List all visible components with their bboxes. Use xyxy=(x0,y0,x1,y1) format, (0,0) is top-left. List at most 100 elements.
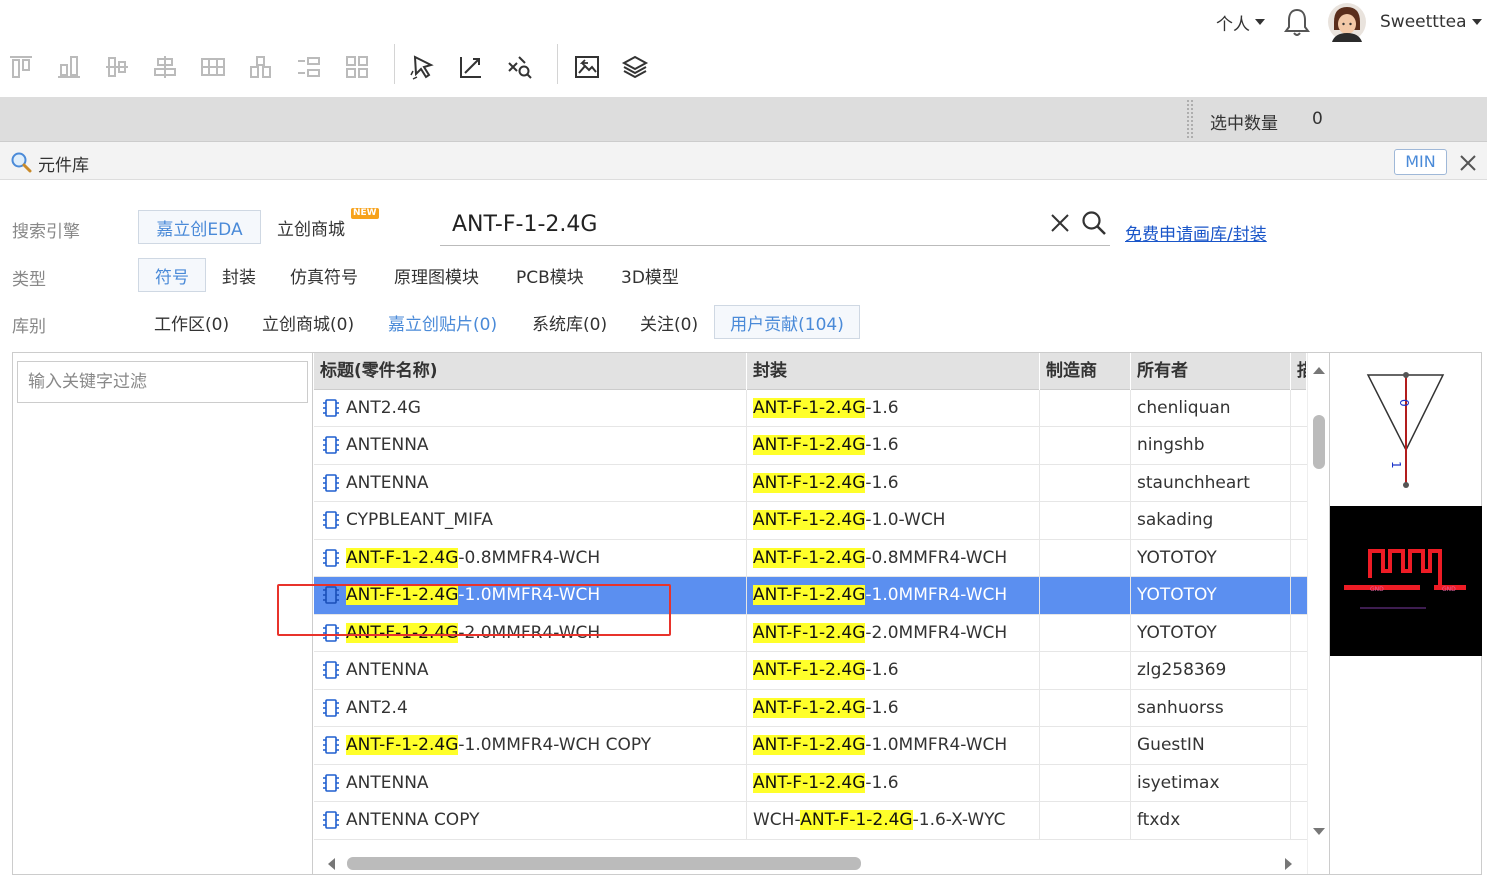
type-pcb-module[interactable]: PCB模块 xyxy=(516,258,584,292)
type-footprint[interactable]: 封装 xyxy=(222,258,256,292)
table-row-selected[interactable]: ANT-F-1-2.4G-1.0MMFR4-WCH ANT-F-1-2.4G-1.… xyxy=(314,577,1307,615)
type-3d-model[interactable]: 3D模型 xyxy=(621,258,679,292)
pin-tool-button[interactable] xyxy=(406,50,440,84)
cell-title: ANTENNA xyxy=(314,464,747,502)
minimize-button[interactable]: MIN xyxy=(1394,149,1447,175)
toolbar-divider xyxy=(394,44,395,84)
cell-manufacturer xyxy=(1040,539,1131,577)
import-image-button[interactable] xyxy=(570,50,604,84)
scroll-left-icon[interactable] xyxy=(326,857,336,871)
cell-description xyxy=(1291,615,1307,652)
bell-icon xyxy=(1284,8,1310,36)
component-icon xyxy=(323,586,339,604)
align-bottom-button[interactable] xyxy=(52,50,86,84)
lib-user-contrib[interactable]: 用户贡献(104) xyxy=(714,305,860,339)
table-row[interactable]: ANT2.4 ANT-F-1-2.4G-1.6 sanhuorss xyxy=(314,689,1307,727)
lib-follow[interactable]: 关注(0) xyxy=(640,305,698,339)
footprint-suffix: -1.6 xyxy=(865,772,899,793)
title-suffix: ANT2.4 xyxy=(346,697,408,718)
net-search-button[interactable] xyxy=(502,50,536,84)
cell-footprint: ANT-F-1-2.4G-1.0MMFR4-WCH xyxy=(747,577,1040,614)
col-description[interactable]: 描 xyxy=(1291,353,1307,390)
cell-footprint: ANT-F-1-2.4G-1.6 xyxy=(747,764,1040,802)
cell-title: ANTENNA xyxy=(314,652,747,689)
layers-button[interactable] xyxy=(618,50,652,84)
table-row[interactable]: ANTENNA ANT-F-1-2.4G-1.6 staunchheart xyxy=(314,464,1307,502)
user-menu[interactable]: Sweetttea xyxy=(1327,0,1482,44)
component-icon xyxy=(323,773,339,792)
notifications-button[interactable] xyxy=(1283,0,1311,44)
lib-jlc-smt[interactable]: 嘉立创贴片(0) xyxy=(388,305,497,339)
footprint-suffix: -1.6 xyxy=(865,472,899,493)
align-bottom-icon xyxy=(58,56,80,78)
align-left-button[interactable] xyxy=(292,50,326,84)
table-row[interactable]: ANT-F-1-2.4G-0.8MMFR4-WCH ANT-F-1-2.4G-0.… xyxy=(314,539,1307,577)
engine-jlceda[interactable]: 嘉立创EDA xyxy=(138,210,261,244)
table-row[interactable]: CYPBLEANT_MIFA ANT-F-1-2.4G-1.0-WCH sakadi… xyxy=(314,502,1307,540)
col-owner[interactable]: 所有者 xyxy=(1131,353,1291,390)
cell-manufacturer xyxy=(1040,464,1131,502)
close-icon[interactable] xyxy=(1459,154,1477,172)
image-icon xyxy=(575,56,599,78)
scroll-right-icon[interactable] xyxy=(1284,857,1294,871)
align-center-button[interactable] xyxy=(148,50,182,84)
title-suffix: ANTENNA xyxy=(346,435,429,455)
table-row[interactable]: ANTENNA COPY WCH-ANT-F-1-2.4G-1.6-X-WYC ft… xyxy=(314,802,1307,840)
clear-icon[interactable] xyxy=(1050,213,1070,233)
personal-menu[interactable]: 个人 xyxy=(1216,0,1265,44)
table-row[interactable]: ANT-F-1-2.4G-2.0MMFR4-WCH ANT-F-1-2.4G-2.… xyxy=(314,614,1307,652)
title-suffix: -0.8MMFR4-WCH xyxy=(458,547,601,568)
search-input[interactable] xyxy=(440,204,1040,244)
schematic-preview: 0 1 xyxy=(1366,372,1445,488)
cell-footprint: ANT-F-1-2.4G-1.0-WCH xyxy=(747,502,1040,539)
type-sim-symbol[interactable]: 仿真符号 xyxy=(290,258,358,292)
cell-manufacturer xyxy=(1040,614,1131,652)
cell-owner: sakading xyxy=(1131,502,1291,539)
align-top-button[interactable] xyxy=(4,50,38,84)
scroll-up-icon[interactable] xyxy=(1312,365,1326,375)
search-icon[interactable] xyxy=(1081,210,1107,236)
table-row[interactable]: ANT-F-1-2.4G-1.0MMFR4-WCH COPY ANT-F-1-2.… xyxy=(314,727,1307,765)
scroll-down-icon[interactable] xyxy=(1312,827,1326,837)
free-apply-link[interactable]: 免费申请画库/封装 xyxy=(1125,220,1267,245)
filter-input[interactable] xyxy=(17,361,308,403)
cell-title: ANT2.4 xyxy=(314,689,747,727)
col-title[interactable]: 标题(零件名称) xyxy=(314,353,747,390)
layers-icon xyxy=(621,55,649,79)
align-middle-button[interactable] xyxy=(100,50,134,84)
vertical-scroll-thumb[interactable] xyxy=(1313,415,1325,469)
horizontal-scroll-thumb[interactable] xyxy=(347,857,861,870)
cell-owner: ningshb xyxy=(1131,427,1291,464)
horizontal-scrollbar[interactable] xyxy=(314,853,1307,874)
align-grid-button[interactable] xyxy=(340,50,374,84)
footprint-match-highlight: ANT-F-1-2.4G xyxy=(753,585,866,605)
type-symbol[interactable]: 符号 xyxy=(138,258,206,292)
pad-label-right: GND xyxy=(1442,586,1456,593)
personal-label: 个人 xyxy=(1216,14,1250,35)
distribute-vertical-button[interactable] xyxy=(244,50,278,84)
distribute-horizontal-button[interactable] xyxy=(196,50,230,84)
cell-owner: YOTOTOY xyxy=(1131,577,1291,614)
cell-title: ANTENNA xyxy=(314,764,747,802)
col-manufacturer[interactable]: 制造商 xyxy=(1040,353,1131,390)
lib-system[interactable]: 系统库(0) xyxy=(532,305,607,339)
lib-lcsc[interactable]: 立创商城(0) xyxy=(262,305,354,339)
component-icon xyxy=(323,548,339,567)
cell-description xyxy=(1291,577,1307,614)
measure-tool-button[interactable] xyxy=(454,50,488,84)
resize-handle[interactable] xyxy=(1186,99,1194,139)
cell-manufacturer xyxy=(1040,764,1131,802)
cell-footprint: ANT-F-1-2.4G-0.8MMFR4-WCH xyxy=(747,539,1040,577)
engine-lcsc[interactable]: 立创商城 xyxy=(277,210,345,244)
table-row[interactable]: ANTENNA ANT-F-1-2.4G-1.6 ningshb xyxy=(314,427,1307,465)
type-schematic-module[interactable]: 原理图模块 xyxy=(394,258,479,292)
vertical-scrollbar[interactable] xyxy=(1307,353,1329,874)
cell-description xyxy=(1291,727,1307,764)
cell-manufacturer xyxy=(1040,577,1131,614)
col-footprint[interactable]: 封装 xyxy=(747,353,1040,390)
library-title: 元件库 xyxy=(38,156,89,176)
table-row[interactable]: ANTENNA ANT-F-1-2.4G-1.6 zlg258369 xyxy=(314,652,1307,690)
table-row[interactable]: ANT2.4G ANT-F-1-2.4G-1.6 chenliquan xyxy=(314,389,1307,427)
lib-workspace[interactable]: 工作区(0) xyxy=(154,305,229,339)
table-row[interactable]: ANTENNA ANT-F-1-2.4G-1.6 isyetimax xyxy=(314,764,1307,802)
